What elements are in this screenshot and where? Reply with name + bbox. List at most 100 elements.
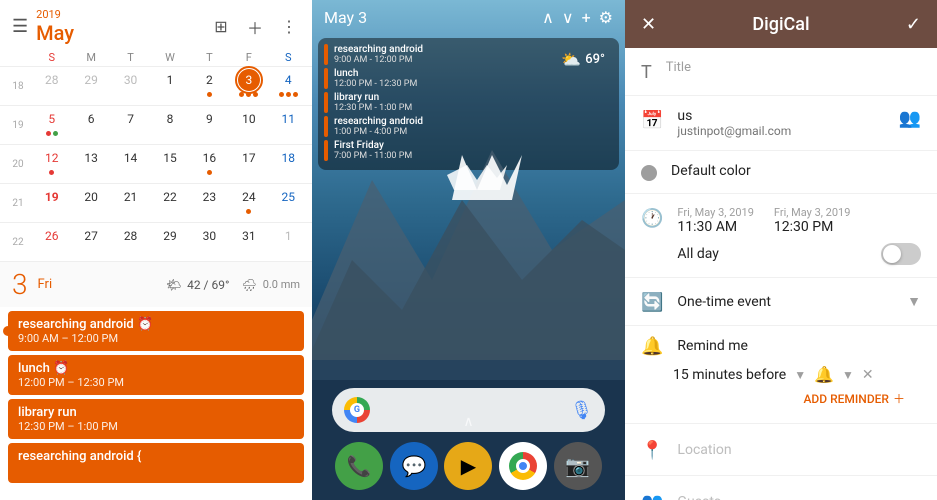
cal-cell-22[interactable]: 22 — [150, 184, 189, 222]
digical-guests-row[interactable]: 👥 Guests — [625, 476, 937, 500]
cal-cell-2[interactable]: 2 — [190, 67, 229, 105]
settings-icon[interactable]: ⚙ — [599, 8, 613, 27]
cal-cell-30-prev[interactable]: 30 — [111, 67, 150, 105]
start-date-col: Fri, May 3, 2019 11:30 AM — [677, 206, 753, 235]
add-reminder-button[interactable]: ADD REMINDER ＋ — [641, 384, 921, 415]
calendar-email: justinpot@gmail.com — [677, 124, 884, 138]
phone-dock: 📞 💬 ▶ 📷 — [312, 442, 625, 490]
event-time-1: 9:00 AM – 12:00 PM — [18, 332, 294, 345]
scroll-down-icon[interactable]: ∨ — [562, 8, 574, 27]
calendar-month: May — [36, 21, 74, 45]
week-num-20: 20 — [4, 145, 32, 183]
day-name-sun: S — [32, 49, 71, 66]
dock-plex-icon[interactable]: ▶ — [444, 442, 492, 490]
cal-cell-5[interactable]: 5 — [32, 106, 71, 144]
digical-title-row[interactable]: T Title — [625, 48, 937, 96]
event-title-library: library run — [18, 405, 294, 420]
color-label: Default color — [671, 163, 921, 179]
cal-cell-14[interactable]: 14 — [111, 145, 150, 183]
event-researching-android-2[interactable]: researching android { — [8, 443, 304, 483]
digical-location-row[interactable]: 📍 Location — [625, 424, 937, 476]
digical-save-button[interactable]: ✓ — [906, 14, 921, 35]
cal-cell-16[interactable]: 16 — [190, 145, 229, 183]
dock-phone-icon[interactable]: 📞 — [335, 442, 383, 490]
digical-calendar-row[interactable]: 📅 us justinpot@gmail.com 👥 — [625, 96, 937, 151]
grid-view-icon[interactable]: ⊞ — [210, 16, 232, 38]
precipitation-amount: 0.0 mm — [263, 278, 300, 291]
cal-cell-7[interactable]: 7 — [111, 106, 150, 144]
cal-cell-1-next[interactable]: 1 — [269, 223, 308, 261]
cal-cell-29[interactable]: 29 — [150, 223, 189, 261]
digical-color-row[interactable]: Default color — [625, 151, 937, 194]
cal-cell-19[interactable]: 19 — [32, 184, 71, 222]
cal-cell-24[interactable]: 24 — [229, 184, 268, 222]
remind-bell-icon[interactable]: 🔔 — [814, 365, 834, 384]
cal-cell-30[interactable]: 30 — [190, 223, 229, 261]
cal-cell-20[interactable]: 20 — [71, 184, 110, 222]
all-day-toggle[interactable] — [881, 243, 921, 265]
remind-bell-dropdown-icon[interactable]: ▼ — [842, 368, 854, 382]
cal-cell-26[interactable]: 26 — [32, 223, 71, 261]
hamburger-icon[interactable]: ☰ — [12, 16, 28, 37]
event-title-lunch: lunch ⏰ — [18, 361, 294, 376]
cal-cell-18[interactable]: 18 — [269, 145, 308, 183]
day-name-sat: S — [269, 49, 308, 66]
alarm-icon: 🔔 — [641, 336, 663, 357]
dock-chrome-icon[interactable] — [499, 442, 547, 490]
cal-cell-23[interactable]: 23 — [190, 184, 229, 222]
cal-cell-15[interactable]: 15 — [150, 145, 189, 183]
location-icon: 📍 — [641, 440, 663, 461]
start-date-label: Fri, May 3, 2019 — [677, 206, 753, 219]
add-reminder-plus-icon: ＋ — [893, 390, 905, 407]
cal-cell-4[interactable]: 4 — [269, 67, 308, 105]
cal-cell-11[interactable]: 11 — [269, 106, 308, 144]
cal-cell-29-prev[interactable]: 29 — [71, 67, 110, 105]
cal-cell-25[interactable]: 25 — [269, 184, 308, 222]
add-widget-icon[interactable]: + — [582, 8, 591, 27]
event-time-library: 12:30 PM – 1:00 PM — [18, 420, 294, 433]
calendar-week-19: 19 5 6 7 8 9 10 11 — [0, 105, 312, 144]
cal-cell-6[interactable]: 6 — [71, 106, 110, 144]
cal-cell-31[interactable]: 31 — [229, 223, 268, 261]
remind-dropdown-icon[interactable]: ▼ — [794, 368, 806, 382]
dock-messages-icon[interactable]: 💬 — [390, 442, 438, 490]
cal-cell-28[interactable]: 28 — [111, 223, 150, 261]
add-event-icon[interactable]: ＋ — [244, 16, 266, 38]
cal-cell-27[interactable]: 27 — [71, 223, 110, 261]
cal-cell-3[interactable]: 3 — [229, 67, 268, 105]
digical-datetime-row[interactable]: 🕐 Fri, May 3, 2019 11:30 AM Fri, May 3, … — [625, 194, 937, 278]
digical-close-button[interactable]: ✕ — [641, 14, 656, 35]
phone-controls: ∧ ∨ + ⚙ — [542, 8, 613, 27]
event-lunch[interactable]: lunch ⏰ 12:00 PM – 12:30 PM — [8, 355, 304, 395]
cal-cell-17[interactable]: 17 — [229, 145, 268, 183]
event-title-1: researching android ⏰ — [18, 317, 294, 332]
google-search-bar[interactable]: G 🎙 — [332, 388, 605, 432]
cal-cell-10[interactable]: 10 — [229, 106, 268, 144]
selected-date-number: 3 — [12, 268, 28, 301]
cal-cell-21[interactable]: 21 — [111, 184, 150, 222]
cal-cell-8[interactable]: 8 — [150, 106, 189, 144]
cal-cell-9[interactable]: 9 — [190, 106, 229, 144]
calendar-header-icons: ⊞ ＋ ⋮ — [210, 16, 300, 38]
calendar-year: 2019 — [36, 8, 74, 21]
event-title-2: researching android { — [18, 449, 294, 464]
digical-repeat-row[interactable]: 🔄 One-time event ▼ — [625, 278, 937, 326]
more-options-icon[interactable]: ⋮ — [278, 16, 300, 38]
cal-cell-13[interactable]: 13 — [71, 145, 110, 183]
cal-cell-12[interactable]: 12 — [32, 145, 71, 183]
google-mic-icon[interactable]: 🎙 — [570, 400, 593, 421]
color-dot — [641, 165, 657, 181]
cal-cell-28-prev[interactable]: 28 — [32, 67, 71, 105]
digical-panel: ✕ DigiCal ✓ T Title 📅 us justinpot@gmail… — [625, 0, 937, 500]
cal-cell-1[interactable]: 1 — [150, 67, 189, 105]
calendar-panel: ☰ 2019 May ⊞ ＋ ⋮ S M T W T F S 18 28 29 … — [0, 0, 312, 500]
dock-camera-icon[interactable]: 📷 — [554, 442, 602, 490]
color-content: Default color — [671, 163, 921, 179]
scroll-up-icon[interactable]: ∧ — [542, 8, 554, 27]
calendar-week-20: 20 12 13 14 15 16 17 18 — [0, 144, 312, 183]
event-researching-android-1[interactable]: researching android ⏰ 9:00 AM – 12:00 PM — [8, 311, 304, 351]
remind-remove-button[interactable]: ✕ — [862, 367, 874, 383]
day-name-fri: F — [229, 49, 268, 66]
event-library-run[interactable]: library run 12:30 PM – 1:00 PM — [8, 399, 304, 439]
google-logo: G — [344, 397, 370, 423]
